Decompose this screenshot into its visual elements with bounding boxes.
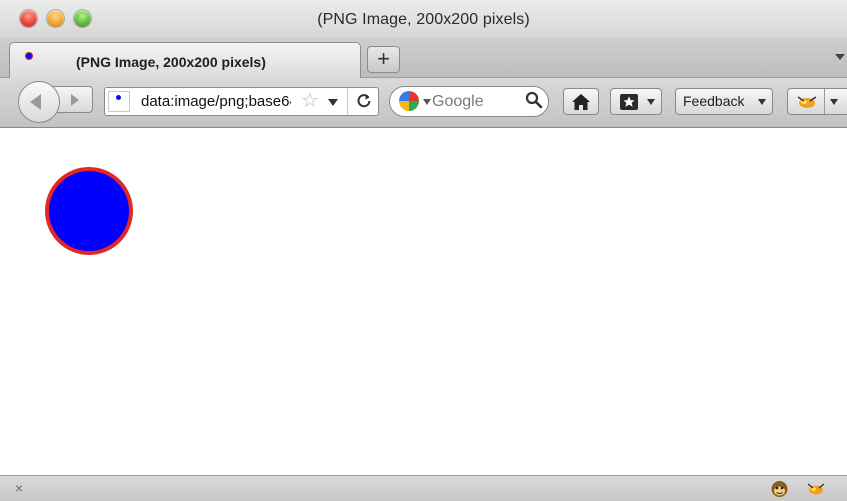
firebug-dropdown-icon xyxy=(830,99,838,105)
status-bar: × xyxy=(0,475,847,501)
feedback-label: Feedback xyxy=(683,93,745,109)
search-engine-dropdown-icon[interactable] xyxy=(423,99,431,105)
forward-arrow-icon xyxy=(71,94,79,106)
search-bar[interactable]: Google xyxy=(389,86,549,117)
firebug-button[interactable] xyxy=(787,88,847,115)
home-button[interactable] xyxy=(563,88,599,115)
url-bar[interactable]: data:image/png;base64, ☆ xyxy=(104,87,379,116)
tab-favicon-icon xyxy=(26,53,32,59)
close-addon-bar-button[interactable]: × xyxy=(15,480,23,496)
back-arrow-icon xyxy=(30,94,41,110)
new-tab-button[interactable]: + xyxy=(367,46,400,73)
image-circle-shape xyxy=(45,167,133,255)
page-content xyxy=(0,128,847,475)
bookmarks-dropdown-icon xyxy=(647,99,655,105)
feedback-button[interactable]: Feedback xyxy=(675,88,773,115)
site-identity-icon[interactable] xyxy=(108,91,130,112)
bookmark-star-icon[interactable]: ☆ xyxy=(301,91,319,111)
reload-button[interactable] xyxy=(347,88,378,115)
monkey-face-icon[interactable] xyxy=(770,479,789,498)
google-engine-icon[interactable] xyxy=(399,91,419,111)
tab-list-dropdown-icon[interactable] xyxy=(835,54,845,60)
reload-icon xyxy=(357,94,370,108)
back-button[interactable] xyxy=(18,81,60,123)
history-dropdown-icon[interactable] xyxy=(328,99,338,106)
search-icon[interactable] xyxy=(524,90,544,110)
window-titlebar: (PNG Image, 200x200 pixels) xyxy=(0,0,847,38)
window-title: (PNG Image, 200x200 pixels) xyxy=(317,11,530,28)
bookmarks-icon xyxy=(620,94,638,110)
back-forward-group xyxy=(18,81,93,123)
firebug-status-icon[interactable] xyxy=(805,479,827,498)
png-image-circle xyxy=(45,167,133,255)
tab-title: (PNG Image, 200x200 pixels) xyxy=(76,54,266,70)
url-input[interactable]: data:image/png;base64, xyxy=(141,93,291,110)
home-icon xyxy=(572,94,590,110)
tab-png-image[interactable]: (PNG Image, 200x200 pixels) xyxy=(9,42,361,78)
bookmarks-menu-button[interactable] xyxy=(610,88,662,115)
navigation-toolbar: data:image/png;base64, ☆ Google Feedback xyxy=(0,78,847,128)
tab-strip: (PNG Image, 200x200 pixels) + xyxy=(0,38,847,78)
search-input[interactable]: Google xyxy=(432,93,484,111)
firebug-icon xyxy=(797,96,817,108)
feedback-dropdown-icon xyxy=(758,99,766,105)
